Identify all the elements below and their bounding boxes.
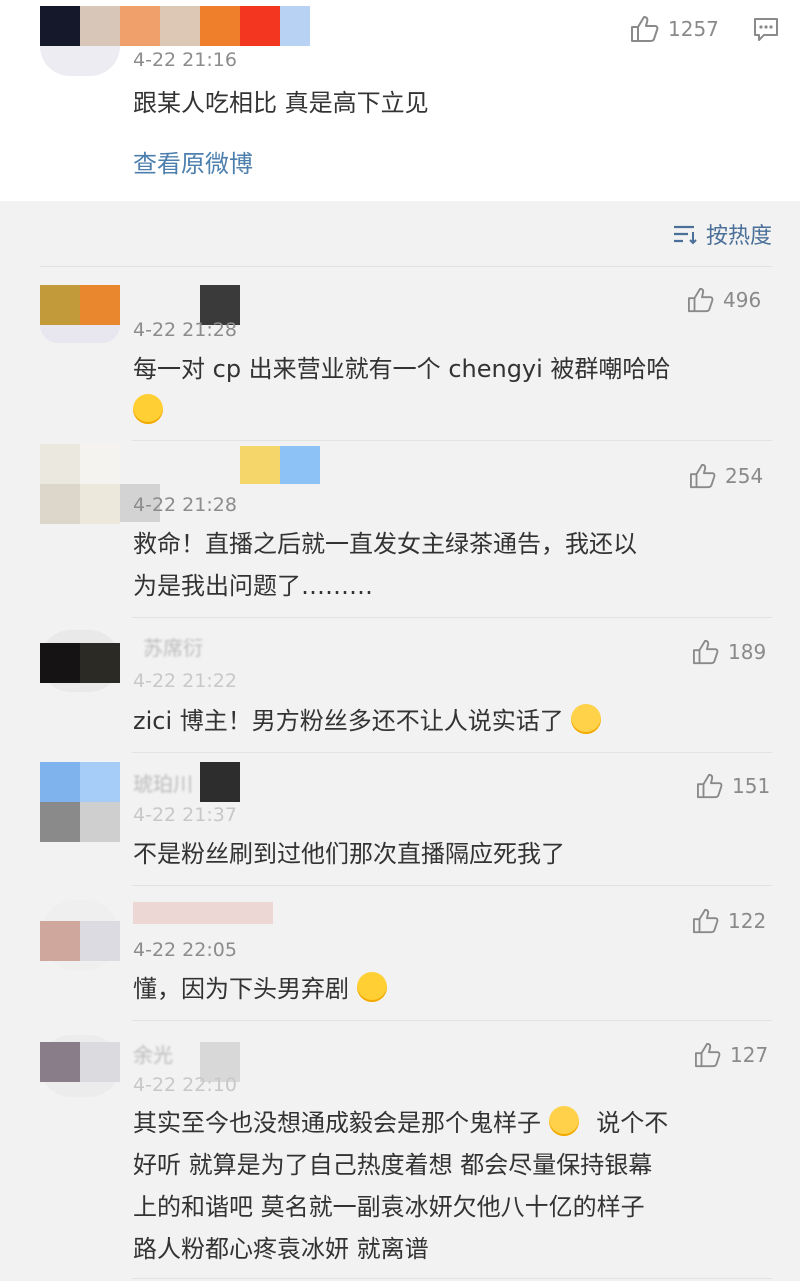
comment-time: 4-22 21:16 [133,49,237,71]
comment-text-suffix: 说个不 [596,1109,669,1137]
comment-text-line: zici 博主！男方粉丝多还不让人说实话了 [133,702,602,740]
divider [132,1278,772,1279]
thumbs-up-icon [690,463,716,489]
divider [132,617,772,618]
divider [132,1020,772,1021]
comment-text-line: 其实至今也没想通成毅会是那个鬼样子 说个不 [133,1104,668,1142]
like-button[interactable]: 122 [692,908,766,934]
username-mosaic [200,762,240,802]
thumbs-up-icon [693,908,719,934]
comment-text: 路人粉都心疼袁冰妍 就离谱 [133,1235,429,1263]
thinking-emoji [356,972,387,1002]
like-button[interactable]: 1257 [630,15,719,43]
avatar-mosaic[interactable] [40,444,120,524]
avatar-mosaic[interactable] [40,1042,120,1082]
divider [132,885,772,886]
username-mosaic [133,902,273,924]
comment-emoji-line [133,392,163,430]
comment-time: 4-22 22:10 [133,1074,237,1096]
thumbs-up-icon [697,773,723,799]
like-button[interactable]: 189 [692,639,766,665]
avatar-mosaic[interactable] [40,762,120,842]
comment-text: zici 博主！男方粉丝多还不让人说实话了 [133,707,564,735]
comment-text: 为是我出问题了……… [133,572,373,600]
avatar[interactable] [40,46,120,76]
comment-time: 4-22 21:28 [133,319,237,341]
comment-icon[interactable] [752,15,780,43]
comment-time: 4-22 21:37 [133,804,237,826]
like-count: 189 [728,640,767,664]
top-comment-card: 4-22 21:16 1257 跟某人吃相比 真是高下立见 查看原微博 [0,0,800,201]
comment-text: 懂，因为下头男弃剧 [133,975,349,1003]
divider [132,752,772,753]
comment-text-line: 懂，因为下头男弃剧 [133,970,387,1008]
like-count: 254 [725,464,764,488]
like-count: 496 [723,288,762,312]
comment-time: 4-22 21:28 [133,494,237,516]
comment-time: 4-22 21:22 [133,670,237,692]
thumbs-up-icon [693,639,719,665]
like-button[interactable]: 127 [694,1042,768,1068]
thumbs-up-icon [688,287,714,313]
avatar[interactable] [40,325,120,343]
sort-by-hot-button[interactable]: 按热度 [672,218,772,250]
like-button[interactable]: 151 [696,773,770,799]
sweat-emoji [571,704,602,734]
avatar-mosaic[interactable] [40,921,120,961]
sort-label: 按热度 [705,224,772,249]
username-mosaic[interactable] [240,446,320,484]
like-count: 127 [730,1043,769,1067]
divider [40,266,772,267]
avatar-mosaic[interactable] [40,285,120,325]
comment-text: 其实至今也没想通成毅会是那个鬼样子 [133,1109,541,1137]
view-original-link[interactable]: 查看原微博 [133,144,253,179]
thumbs-up-icon [695,1042,721,1068]
comment-text: 上的和谐吧 莫名就一副袁冰妍欠他八十亿的样子 [133,1193,645,1221]
comment-text: 跟某人吃相比 真是高下立见 [133,89,429,117]
like-button[interactable]: 496 [687,287,761,313]
like-count: 122 [728,909,767,933]
comment-text: 救命！直播之后就一直发女主绿茶通告，我还以 [133,530,637,558]
like-count: 1257 [668,17,719,41]
like-count: 151 [732,774,771,798]
sort-lines-icon [673,225,697,245]
avatar-mosaic[interactable] [40,643,120,683]
comment-text: 每一对 cp 出来营业就有一个 chengyi 被群嘲哈哈 [133,355,671,383]
username[interactable]: 余光 [133,1039,173,1068]
thumbs-up-icon [631,16,659,42]
comment-time: 4-22 22:05 [133,939,237,961]
username[interactable]: 琥珀川 [133,768,193,797]
comment-text: 好听 就算是为了自己热度着想 都会尽量保持银幕 [133,1151,653,1179]
divider [132,440,772,441]
laughing-tears-emoji [133,394,163,424]
username[interactable]: 苏席衍 [143,632,203,661]
crying-emoji [548,1106,579,1136]
avatar-and-username-mosaic [40,6,310,46]
comment-text: 不是粉丝刷到过他们那次直播隔应死我了 [133,840,565,868]
like-button[interactable]: 254 [689,463,763,489]
